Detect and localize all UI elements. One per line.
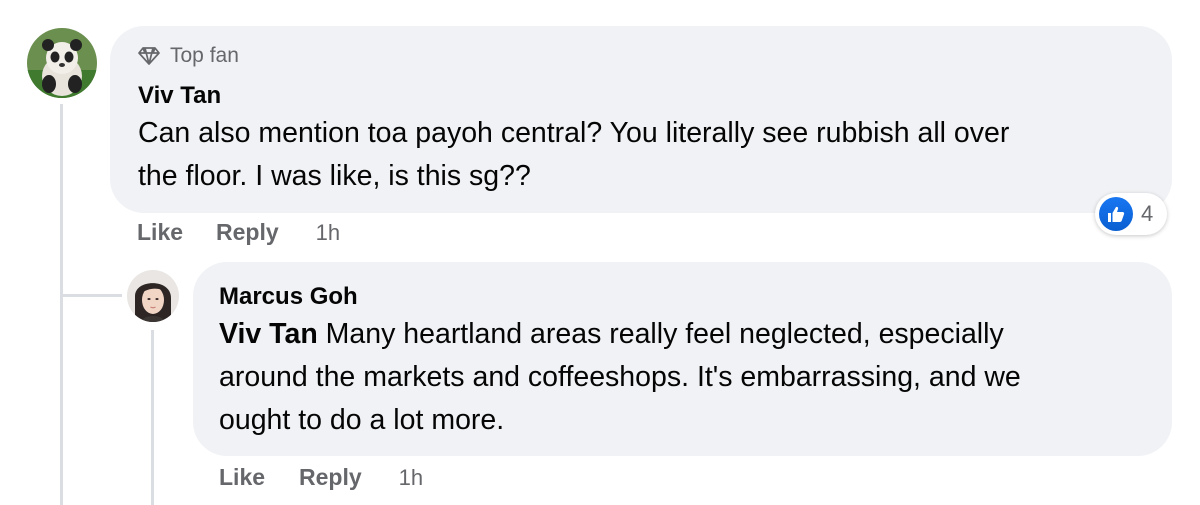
reply-text-line: ought to do a lot more. — [219, 404, 505, 436]
like-button[interactable]: Like — [219, 464, 265, 491]
badge-label: Top fan — [170, 44, 239, 67]
comment-author[interactable]: Viv Tan — [138, 82, 221, 110]
like-icon — [1099, 197, 1133, 231]
top-fan-badge: Top fan — [138, 44, 239, 68]
avatar-marcus-goh[interactable] — [127, 270, 179, 322]
comment-text-line: the floor. I was like, is this sg?? — [138, 160, 531, 192]
comment-text-line: Can also mention toa payoh central? You … — [138, 117, 1010, 149]
reply-text-line: around the markets and coffeeshops. It's… — [219, 361, 1021, 393]
thread-line-reply — [151, 330, 154, 505]
mention-link[interactable]: Viv Tan — [219, 318, 318, 350]
comment-actions: Like Reply 1h — [137, 219, 340, 246]
diamond-icon — [138, 47, 160, 65]
reaction-count: 4 — [1141, 201, 1154, 226]
timestamp[interactable]: 1h — [399, 465, 423, 491]
avatar-viv-tan[interactable] — [27, 28, 97, 98]
reply-button[interactable]: Reply — [299, 464, 362, 491]
reply-button[interactable]: Reply — [216, 219, 279, 246]
reply-text: Viv Tan Many heartland areas really feel… — [219, 313, 1021, 442]
reaction-summary[interactable]: 4 — [1095, 193, 1167, 235]
thread-line-main — [60, 104, 63, 505]
reply-actions: Like Reply 1h — [219, 464, 423, 491]
reply-author[interactable]: Marcus Goh — [219, 283, 358, 311]
reply-text-line: Viv Tan Many heartland areas really feel… — [219, 318, 1004, 350]
thread-line-branch — [60, 294, 122, 297]
comment-text: Can also mention toa payoh central? You … — [138, 112, 1009, 198]
timestamp[interactable]: 1h — [316, 220, 340, 246]
like-button[interactable]: Like — [137, 219, 183, 246]
